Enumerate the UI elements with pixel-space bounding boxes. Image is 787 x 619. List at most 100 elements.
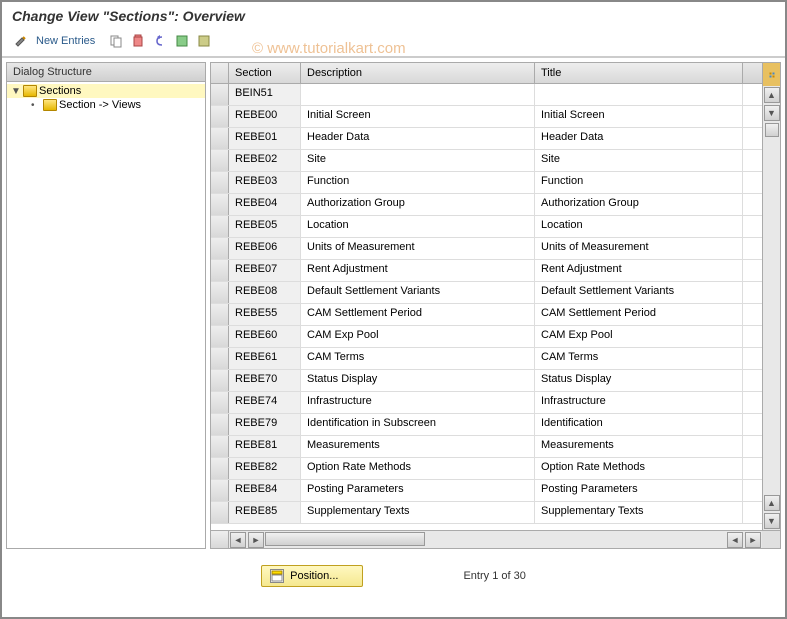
cell-section[interactable]: REBE60	[229, 326, 301, 347]
row-handle[interactable]	[211, 326, 229, 347]
cell-section[interactable]: REBE79	[229, 414, 301, 435]
scroll-right-icon[interactable]: ►	[745, 532, 761, 548]
cell-section[interactable]: BEIN51	[229, 84, 301, 105]
table-row[interactable]: REBE84Posting ParametersPosting Paramete…	[211, 480, 762, 502]
cell-section[interactable]: REBE70	[229, 370, 301, 391]
cell-section[interactable]: REBE01	[229, 128, 301, 149]
cell-section[interactable]: REBE74	[229, 392, 301, 413]
cell-description[interactable]: CAM Terms	[301, 348, 535, 369]
cell-title[interactable]	[535, 84, 743, 105]
row-handle[interactable]	[211, 348, 229, 369]
row-handle[interactable]	[211, 172, 229, 193]
row-handle[interactable]	[211, 414, 229, 435]
cell-description[interactable]: Infrastructure	[301, 392, 535, 413]
cell-title[interactable]: Default Settlement Variants	[535, 282, 743, 303]
cell-title[interactable]: Supplementary Texts	[535, 502, 743, 523]
row-handle[interactable]	[211, 128, 229, 149]
cell-section[interactable]: REBE61	[229, 348, 301, 369]
cell-description[interactable]: Site	[301, 150, 535, 171]
tree-item-sections[interactable]: ▼ Sections	[7, 84, 205, 98]
scroll-down-icon[interactable]: ▼	[764, 513, 780, 529]
cell-description[interactable]: Units of Measurement	[301, 238, 535, 259]
row-handle[interactable]	[211, 282, 229, 303]
cell-title[interactable]: CAM Settlement Period	[535, 304, 743, 325]
scroll-thumb[interactable]	[765, 123, 779, 137]
cell-section[interactable]: REBE84	[229, 480, 301, 501]
cell-description[interactable]: Identification in Subscreen	[301, 414, 535, 435]
table-row[interactable]: REBE61CAM TermsCAM Terms	[211, 348, 762, 370]
table-row[interactable]: REBE01Header DataHeader Data	[211, 128, 762, 150]
cell-section[interactable]: REBE03	[229, 172, 301, 193]
table-row[interactable]: REBE74InfrastructureInfrastructure	[211, 392, 762, 414]
hscroll-thumb[interactable]	[265, 532, 425, 546]
table-row[interactable]: REBE03FunctionFunction	[211, 172, 762, 194]
cell-description[interactable]: Initial Screen	[301, 106, 535, 127]
cell-section[interactable]: REBE00	[229, 106, 301, 127]
cell-title[interactable]: Site	[535, 150, 743, 171]
table-row[interactable]: REBE00Initial ScreenInitial Screen	[211, 106, 762, 128]
table-row[interactable]: REBE06Units of MeasurementUnits of Measu…	[211, 238, 762, 260]
new-entries-button[interactable]: New Entries	[36, 35, 95, 47]
cell-description[interactable]: Status Display	[301, 370, 535, 391]
scroll-up-icon[interactable]: ▲	[764, 495, 780, 511]
cell-description[interactable]: Posting Parameters	[301, 480, 535, 501]
horizontal-scrollbar[interactable]: ◄ ► ◄ ►	[211, 530, 780, 548]
row-handle[interactable]	[211, 260, 229, 281]
cell-title[interactable]: Location	[535, 216, 743, 237]
row-handle[interactable]	[211, 150, 229, 171]
cell-section[interactable]: REBE85	[229, 502, 301, 523]
cell-description[interactable]: Measurements	[301, 436, 535, 457]
cell-section[interactable]: REBE08	[229, 282, 301, 303]
select-all-icon[interactable]	[173, 32, 191, 50]
scroll-left-icon[interactable]: ◄	[727, 532, 743, 548]
row-handle[interactable]	[211, 458, 229, 479]
row-handle[interactable]	[211, 238, 229, 259]
row-handle[interactable]	[211, 480, 229, 501]
table-row[interactable]: REBE70Status DisplayStatus Display	[211, 370, 762, 392]
cell-title[interactable]: Rent Adjustment	[535, 260, 743, 281]
copy-icon[interactable]	[107, 32, 125, 50]
table-row[interactable]: REBE02SiteSite	[211, 150, 762, 172]
cell-section[interactable]: REBE55	[229, 304, 301, 325]
row-handle[interactable]	[211, 436, 229, 457]
cell-title[interactable]: Header Data	[535, 128, 743, 149]
vertical-scrollbar[interactable]: ▲ ▼ ▲ ▼	[762, 63, 780, 530]
cell-description[interactable]: Option Rate Methods	[301, 458, 535, 479]
cell-description[interactable]: Authorization Group	[301, 194, 535, 215]
cell-title[interactable]: Initial Screen	[535, 106, 743, 127]
row-handle[interactable]	[211, 84, 229, 105]
row-handle[interactable]	[211, 216, 229, 237]
delete-icon[interactable]	[129, 32, 147, 50]
table-config-icon[interactable]	[763, 63, 781, 86]
cell-description[interactable]: Header Data	[301, 128, 535, 149]
tree-item-section-views[interactable]: • Section -> Views	[7, 98, 205, 112]
cell-title[interactable]: Function	[535, 172, 743, 193]
cell-title[interactable]: Authorization Group	[535, 194, 743, 215]
cell-title[interactable]: Option Rate Methods	[535, 458, 743, 479]
column-header-description[interactable]: Description	[301, 63, 535, 83]
cell-section[interactable]: REBE02	[229, 150, 301, 171]
row-handle[interactable]	[211, 304, 229, 325]
tree-expand-icon[interactable]: ▼	[11, 86, 21, 97]
toggle-display-icon[interactable]	[12, 32, 30, 50]
scroll-right-icon[interactable]: ►	[248, 532, 264, 548]
row-handle[interactable]	[211, 194, 229, 215]
table-row[interactable]: REBE05LocationLocation	[211, 216, 762, 238]
cell-description[interactable]: Supplementary Texts	[301, 502, 535, 523]
cell-title[interactable]: CAM Exp Pool	[535, 326, 743, 347]
table-row[interactable]: REBE85Supplementary TextsSupplementary T…	[211, 502, 762, 524]
cell-title[interactable]: CAM Terms	[535, 348, 743, 369]
row-handle[interactable]	[211, 106, 229, 127]
cell-section[interactable]: REBE82	[229, 458, 301, 479]
cell-description[interactable]: Function	[301, 172, 535, 193]
table-row[interactable]: REBE81MeasurementsMeasurements	[211, 436, 762, 458]
table-row[interactable]: BEIN51	[211, 84, 762, 106]
cell-description[interactable]: CAM Exp Pool	[301, 326, 535, 347]
column-header-title[interactable]: Title	[535, 63, 743, 83]
row-handle[interactable]	[211, 502, 229, 523]
cell-description[interactable]: CAM Settlement Period	[301, 304, 535, 325]
cell-section[interactable]: REBE04	[229, 194, 301, 215]
table-row[interactable]: REBE60CAM Exp PoolCAM Exp Pool	[211, 326, 762, 348]
scroll-down-icon[interactable]: ▼	[764, 105, 780, 121]
cell-description[interactable]: Location	[301, 216, 535, 237]
